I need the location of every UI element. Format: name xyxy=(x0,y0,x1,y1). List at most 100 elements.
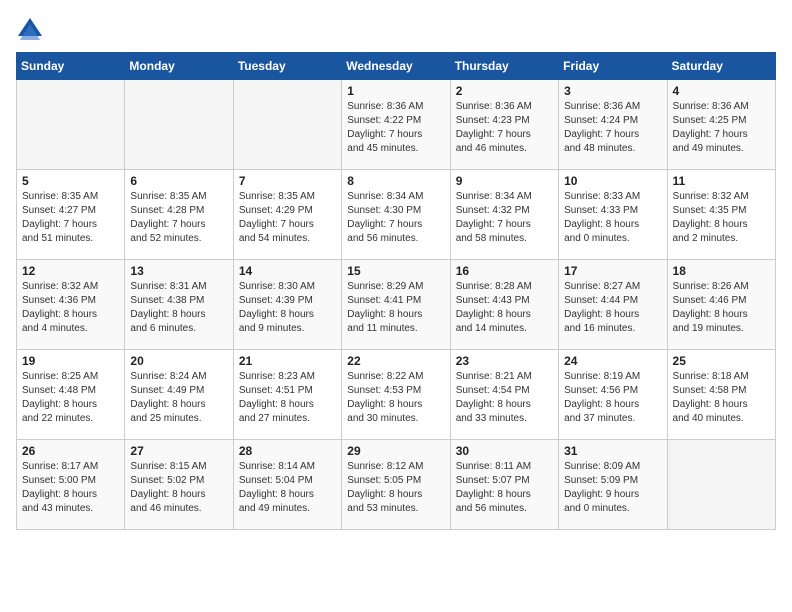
day-info: Sunrise: 8:35 AM Sunset: 4:28 PM Dayligh… xyxy=(130,190,227,246)
calendar-cell: 24 Sunrise: 8:19 AM Sunset: 4:56 PM Dayli… xyxy=(559,350,667,440)
day-info: Sunrise: 8:36 AM Sunset: 4:23 PM Dayligh… xyxy=(456,100,553,156)
calendar-week-row: 26 Sunrise: 8:17 AM Sunset: 5:00 PM Dayli… xyxy=(17,440,776,530)
calendar-cell: 27Sunrise: 8:15 AM Sunset: 5:02 PM Dayli… xyxy=(125,440,233,530)
day-number: 1 xyxy=(347,84,444,98)
day-number: 29 xyxy=(347,444,444,458)
day-info: Sunrise: 8:34 AM Sunset: 4:32 PM Dayligh… xyxy=(456,190,553,246)
calendar-cell xyxy=(17,80,125,170)
weekday-header-monday: Monday xyxy=(125,53,233,80)
calendar-cell: 16 Sunrise: 8:28 AM Sunset: 4:43 PM Dayli… xyxy=(450,260,558,350)
day-number: 19 xyxy=(22,354,119,368)
day-info: Sunrise: 8:35 AM Sunset: 4:29 PM Dayligh… xyxy=(239,190,336,246)
day-info: Sunrise: 8:32 AM Sunset: 4:36 PM Dayligh… xyxy=(22,280,119,336)
day-number: 6 xyxy=(130,174,227,188)
day-info: Sunrise: 8:36 AM Sunset: 4:22 PM Dayligh… xyxy=(347,100,444,156)
weekday-header-sunday: Sunday xyxy=(17,53,125,80)
weekday-header-tuesday: Tuesday xyxy=(233,53,341,80)
day-number: 22 xyxy=(347,354,444,368)
page-header xyxy=(16,16,776,44)
calendar-cell: 19 Sunrise: 8:25 AM Sunset: 4:48 PM Dayli… xyxy=(17,350,125,440)
day-info: Sunrise: 8:21 AM Sunset: 4:54 PM Dayligh… xyxy=(456,370,553,426)
logo-icon xyxy=(16,16,44,44)
day-info: Sunrise: 8:23 AM Sunset: 4:51 PM Dayligh… xyxy=(239,370,336,426)
day-number: 3 xyxy=(564,84,661,98)
day-number: 18 xyxy=(673,264,770,278)
day-info: Sunrise: 8:28 AM Sunset: 4:43 PM Dayligh… xyxy=(456,280,553,336)
day-number: 25 xyxy=(673,354,770,368)
calendar-cell: 6 Sunrise: 8:35 AM Sunset: 4:28 PM Daylig… xyxy=(125,170,233,260)
day-info: Sunrise: 8:31 AM Sunset: 4:38 PM Dayligh… xyxy=(130,280,227,336)
day-info: Sunrise: 8:29 AM Sunset: 4:41 PM Dayligh… xyxy=(347,280,444,336)
day-info: Sunrise: 8:17 AM Sunset: 5:00 PM Dayligh… xyxy=(22,460,119,516)
day-number: 8 xyxy=(347,174,444,188)
day-number: 28 xyxy=(239,444,336,458)
day-number: 14 xyxy=(239,264,336,278)
calendar-week-row: 19 Sunrise: 8:25 AM Sunset: 4:48 PM Dayli… xyxy=(17,350,776,440)
day-info: Sunrise: 8:34 AM Sunset: 4:30 PM Dayligh… xyxy=(347,190,444,246)
calendar-cell: 31 Sunrise: 8:09 AM Sunset: 5:09 PM Dayli… xyxy=(559,440,667,530)
day-number: 2 xyxy=(456,84,553,98)
calendar-cell: 15 Sunrise: 8:29 AM Sunset: 4:41 PM Dayli… xyxy=(342,260,450,350)
day-number: 15 xyxy=(347,264,444,278)
day-info: Sunrise: 8:22 AM Sunset: 4:53 PM Dayligh… xyxy=(347,370,444,426)
weekday-header-saturday: Saturday xyxy=(667,53,775,80)
day-info: Sunrise: 8:25 AM Sunset: 4:48 PM Dayligh… xyxy=(22,370,119,426)
day-number: 23 xyxy=(456,354,553,368)
calendar-cell: 11 Sunrise: 8:32 AM Sunset: 4:35 PM Dayli… xyxy=(667,170,775,260)
weekday-header-row: SundayMondayTuesdayWednesdayThursdayFrid… xyxy=(17,53,776,80)
calendar-cell: 14Sunrise: 8:30 AM Sunset: 4:39 PM Dayli… xyxy=(233,260,341,350)
calendar-cell: 13 Sunrise: 8:31 AM Sunset: 4:38 PM Dayli… xyxy=(125,260,233,350)
day-number: 20 xyxy=(130,354,227,368)
calendar-cell: 25 Sunrise: 8:18 AM Sunset: 4:58 PM Dayli… xyxy=(667,350,775,440)
day-number: 24 xyxy=(564,354,661,368)
day-info: Sunrise: 8:32 AM Sunset: 4:35 PM Dayligh… xyxy=(673,190,770,246)
calendar-cell: 7Sunrise: 8:35 AM Sunset: 4:29 PM Daylig… xyxy=(233,170,341,260)
day-info: Sunrise: 8:36 AM Sunset: 4:25 PM Dayligh… xyxy=(673,100,770,156)
day-number: 9 xyxy=(456,174,553,188)
weekday-header-wednesday: Wednesday xyxy=(342,53,450,80)
day-info: Sunrise: 8:33 AM Sunset: 4:33 PM Dayligh… xyxy=(564,190,661,246)
day-number: 11 xyxy=(673,174,770,188)
calendar-cell: 5 Sunrise: 8:35 AM Sunset: 4:27 PM Daylig… xyxy=(17,170,125,260)
calendar-cell: 17Sunrise: 8:27 AM Sunset: 4:44 PM Dayli… xyxy=(559,260,667,350)
day-info: Sunrise: 8:12 AM Sunset: 5:05 PM Dayligh… xyxy=(347,460,444,516)
calendar-cell: 30 Sunrise: 8:11 AM Sunset: 5:07 PM Dayli… xyxy=(450,440,558,530)
day-number: 16 xyxy=(456,264,553,278)
calendar-cell: 23 Sunrise: 8:21 AM Sunset: 4:54 PM Dayli… xyxy=(450,350,558,440)
calendar-cell xyxy=(667,440,775,530)
day-info: Sunrise: 8:26 AM Sunset: 4:46 PM Dayligh… xyxy=(673,280,770,336)
day-info: Sunrise: 8:11 AM Sunset: 5:07 PM Dayligh… xyxy=(456,460,553,516)
calendar-cell: 2 Sunrise: 8:36 AM Sunset: 4:23 PM Daylig… xyxy=(450,80,558,170)
calendar-cell: 28Sunrise: 8:14 AM Sunset: 5:04 PM Dayli… xyxy=(233,440,341,530)
day-number: 31 xyxy=(564,444,661,458)
day-info: Sunrise: 8:18 AM Sunset: 4:58 PM Dayligh… xyxy=(673,370,770,426)
day-number: 30 xyxy=(456,444,553,458)
calendar-cell: 22 Sunrise: 8:22 AM Sunset: 4:53 PM Dayli… xyxy=(342,350,450,440)
day-number: 27 xyxy=(130,444,227,458)
weekday-header-thursday: Thursday xyxy=(450,53,558,80)
day-info: Sunrise: 8:19 AM Sunset: 4:56 PM Dayligh… xyxy=(564,370,661,426)
calendar-week-row: 12Sunrise: 8:32 AM Sunset: 4:36 PM Dayli… xyxy=(17,260,776,350)
calendar-week-row: 1 Sunrise: 8:36 AM Sunset: 4:22 PM Daylig… xyxy=(17,80,776,170)
calendar-week-row: 5 Sunrise: 8:35 AM Sunset: 4:27 PM Daylig… xyxy=(17,170,776,260)
day-number: 4 xyxy=(673,84,770,98)
day-number: 13 xyxy=(130,264,227,278)
day-number: 5 xyxy=(22,174,119,188)
day-info: Sunrise: 8:09 AM Sunset: 5:09 PM Dayligh… xyxy=(564,460,661,516)
calendar-cell: 18 Sunrise: 8:26 AM Sunset: 4:46 PM Dayli… xyxy=(667,260,775,350)
day-info: Sunrise: 8:35 AM Sunset: 4:27 PM Dayligh… xyxy=(22,190,119,246)
calendar-cell: 3Sunrise: 8:36 AM Sunset: 4:24 PM Daylig… xyxy=(559,80,667,170)
day-info: Sunrise: 8:24 AM Sunset: 4:49 PM Dayligh… xyxy=(130,370,227,426)
calendar-cell: 1 Sunrise: 8:36 AM Sunset: 4:22 PM Daylig… xyxy=(342,80,450,170)
day-number: 26 xyxy=(22,444,119,458)
calendar-cell: 10 Sunrise: 8:33 AM Sunset: 4:33 PM Dayli… xyxy=(559,170,667,260)
weekday-header-friday: Friday xyxy=(559,53,667,80)
calendar-cell: 20 Sunrise: 8:24 AM Sunset: 4:49 PM Dayli… xyxy=(125,350,233,440)
calendar-cell xyxy=(125,80,233,170)
day-info: Sunrise: 8:27 AM Sunset: 4:44 PM Dayligh… xyxy=(564,280,661,336)
calendar-cell: 21 Sunrise: 8:23 AM Sunset: 4:51 PM Dayli… xyxy=(233,350,341,440)
calendar-cell: 4 Sunrise: 8:36 AM Sunset: 4:25 PM Daylig… xyxy=(667,80,775,170)
day-number: 10 xyxy=(564,174,661,188)
day-number: 21 xyxy=(239,354,336,368)
calendar-cell: 12Sunrise: 8:32 AM Sunset: 4:36 PM Dayli… xyxy=(17,260,125,350)
